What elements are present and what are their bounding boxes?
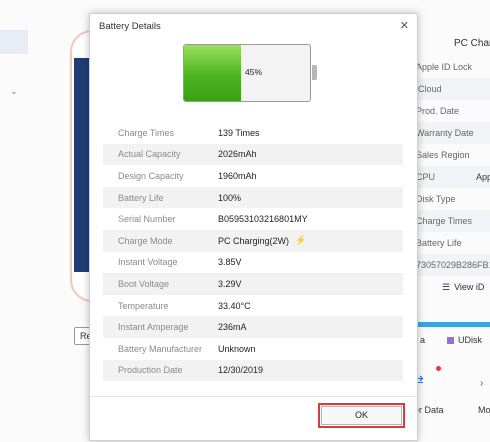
- sidebar-selected-item[interactable]: [0, 30, 28, 54]
- charge-status-text: PC Charg: [454, 38, 490, 49]
- dialog-title: Battery Details: [99, 21, 161, 32]
- chevron-down-icon[interactable]: ⌄: [10, 86, 18, 97]
- close-icon[interactable]: ✕: [400, 19, 409, 32]
- battery-level-graphic: 45%: [183, 44, 317, 102]
- info-row-battery-life: Battery Life: [416, 238, 462, 248]
- detail-label: Charge Mode: [118, 235, 173, 246]
- battery-details-table: Charge Times 139 Times Actual Capacity 202…: [103, 122, 403, 382]
- detail-row-battery-manufacturer: Battery Manufacturer Unknown: [103, 338, 403, 360]
- more-label[interactable]: Mo: [478, 405, 490, 415]
- storage-legend: a UDisk: [420, 335, 483, 345]
- detail-row-instant-voltage: Instant Voltage 3.85V: [103, 252, 403, 274]
- transfer-data-label[interactable]: er Data: [414, 405, 444, 415]
- detail-label: Battery Manufacturer: [118, 343, 203, 354]
- detail-value: PC Charging(2W) ⚡: [218, 235, 307, 246]
- detail-row-charge-mode: Charge Mode PC Charging(2W) ⚡: [103, 229, 403, 252]
- detail-value: 236mA: [218, 322, 247, 333]
- info-row-icloud: iCloud: [416, 78, 490, 100]
- detail-value: 1960mAh: [218, 170, 257, 181]
- detail-label: Production Date: [118, 365, 183, 376]
- detail-row-design-capacity: Design Capacity 1960mAh: [103, 165, 403, 187]
- detail-label: Instant Amperage: [118, 322, 189, 333]
- battery-fill: [184, 45, 241, 101]
- list-icon: ☰: [442, 282, 451, 292]
- battery-details-dialog: Battery Details ✕ 45% Charge Times 139 Ti…: [89, 13, 418, 441]
- info-row-apple-id-lock: Apple ID Lock: [416, 62, 473, 72]
- detail-value: 12/30/2019: [218, 365, 264, 376]
- detail-label: Instant Voltage: [118, 257, 178, 268]
- detail-value: 100%: [218, 192, 242, 203]
- detail-row-instant-amperage: Instant Amperage 236mA: [103, 316, 403, 338]
- detail-row-serial-number: Serial Number B05953103216801MY: [103, 208, 403, 230]
- info-row-warranty-date: Warranty Date: [416, 122, 490, 144]
- detail-row-battery-life: Battery Life 100%: [103, 186, 403, 209]
- udisk-legend-swatch: [447, 337, 455, 344]
- info-row-disk-type: Disk Type: [416, 194, 456, 204]
- detail-label: Charge Times: [118, 127, 175, 138]
- view-idevice-button[interactable]: ☰ View iD: [442, 282, 484, 293]
- lightning-bolt-icon: ⚡: [295, 235, 307, 246]
- detail-label: Actual Capacity: [118, 149, 181, 160]
- dialog-header: Battery Details ✕: [90, 14, 417, 38]
- detail-label: Design Capacity: [118, 170, 184, 181]
- detail-value: Unknown: [218, 343, 256, 354]
- info-row-charge-times: Charge Times: [416, 210, 490, 232]
- battery-percent-label: 45%: [245, 67, 263, 77]
- storage-usage-bar: [416, 322, 490, 327]
- detail-label: Temperature: [118, 300, 169, 311]
- detail-row-charge-times: Charge Times 139 Times: [103, 122, 403, 144]
- detail-value: 2026mAh: [218, 149, 257, 160]
- more-icon[interactable]: ›: [480, 378, 483, 389]
- detail-label: Boot Voltage: [118, 278, 170, 289]
- info-row-serial: 73057029B286FB12: [416, 254, 490, 276]
- info-row-prod-date: Prod. Date: [416, 106, 460, 116]
- detail-value: B05953103216801MY: [218, 214, 308, 225]
- info-row-cpu: CPUApple: [416, 166, 490, 188]
- battery-body: 45%: [183, 44, 311, 102]
- detail-value: 139 Times: [218, 127, 260, 138]
- detail-row-boot-voltage: Boot Voltage 3.29V: [103, 273, 403, 295]
- detail-row-actual-capacity: Actual Capacity 2026mAh: [103, 143, 403, 166]
- detail-value: 3.29V: [218, 278, 242, 289]
- detail-label: Battery Life: [118, 192, 164, 203]
- dialog-footer-divider: [90, 396, 417, 397]
- info-row-sales-region: Sales Region: [416, 150, 470, 160]
- battery-terminal: [312, 65, 317, 80]
- ok-button[interactable]: OK: [321, 406, 402, 425]
- detail-row-production-date: Production Date 12/30/2019: [103, 359, 403, 382]
- detail-value: 3.85V: [218, 257, 242, 268]
- detail-label: Serial Number: [118, 214, 176, 225]
- detail-value: 33.40°C: [218, 300, 251, 311]
- detail-row-temperature: Temperature 33.40°C: [103, 295, 403, 317]
- notification-dot: [436, 366, 441, 371]
